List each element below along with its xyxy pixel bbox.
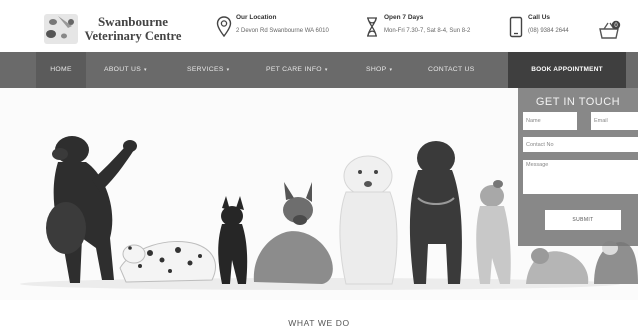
hours-detail: Mon-Fri 7.30-7, Sat 8-4, Sun 8-2	[384, 28, 471, 34]
spaniel-dog	[526, 248, 589, 284]
book-appointment-button[interactable]: BOOK APPOINTMENT	[508, 52, 626, 88]
cane-corso-dog	[409, 141, 462, 284]
contact-number-field[interactable]	[523, 137, 638, 152]
basket-icon: 0	[599, 20, 621, 39]
nav-petcare-label: PET CARE INFO	[266, 66, 322, 73]
email-field[interactable]	[591, 112, 638, 130]
message-field[interactable]	[523, 160, 638, 194]
nav-services[interactable]: SERVICES ▾	[187, 52, 229, 88]
call-number[interactable]: (08) 9384 2644	[528, 28, 569, 34]
terrier-dog	[476, 180, 511, 284]
nav-shop-label: SHOP	[366, 66, 387, 73]
chevron-down-icon: ▾	[389, 67, 393, 73]
phone-icon	[509, 16, 523, 38]
doberman-puppy	[218, 196, 248, 284]
dalmatian-dog	[119, 241, 216, 283]
hours-title: Open 7 Days	[384, 14, 424, 21]
location-address: 2 Devon Rd Swanbourne WA 6010	[236, 28, 329, 34]
location-title: Our Location	[236, 14, 277, 21]
nav-home[interactable]: HOME	[36, 52, 86, 88]
brand-name-line2: Veterinary Centre	[84, 29, 182, 43]
chevron-down-icon: ▾	[324, 67, 328, 73]
rottweiler-dog	[46, 136, 137, 283]
hourglass-icon	[367, 17, 377, 37]
brand-name-line1: Swanbourne	[97, 14, 169, 29]
map-pin-icon	[216, 16, 232, 38]
submit-button[interactable]: SUBMIT	[545, 210, 621, 230]
beagle-dog	[594, 241, 638, 284]
section-heading: WHAT WE DO	[288, 318, 350, 328]
form-title: GET IN TOUCH	[535, 96, 621, 108]
site-logo-text[interactable]: Swanbourne Veterinary Centre	[78, 14, 188, 44]
call-title: Call Us	[528, 14, 551, 21]
nav-pet-care-info[interactable]: PET CARE INFO ▾	[266, 52, 328, 88]
nav-contact-us[interactable]: CONTACT US	[428, 52, 475, 88]
nav-home-label: HOME	[50, 66, 72, 73]
name-field[interactable]	[523, 112, 577, 130]
nav-about-label: ABOUT US	[104, 66, 142, 73]
cart-button[interactable]: 0	[598, 20, 622, 40]
nav-shop[interactable]: SHOP ▾	[366, 52, 392, 88]
chevron-down-icon: ▾	[144, 67, 147, 73]
malinois-dog	[253, 182, 333, 284]
chevron-down-icon: ▾	[226, 67, 230, 73]
logo-paw-icon[interactable]	[42, 12, 80, 46]
golden-retriever-dog	[339, 155, 398, 285]
nav-about-us[interactable]: ABOUT US ▾	[104, 52, 147, 88]
nav-services-label: SERVICES	[187, 66, 224, 73]
get-in-touch-form: GET IN TOUCH SUBMIT	[518, 88, 638, 246]
site-header: Swanbourne Veterinary Centre Our Locatio…	[0, 0, 638, 52]
nav-contact-label: CONTACT US	[428, 66, 475, 73]
